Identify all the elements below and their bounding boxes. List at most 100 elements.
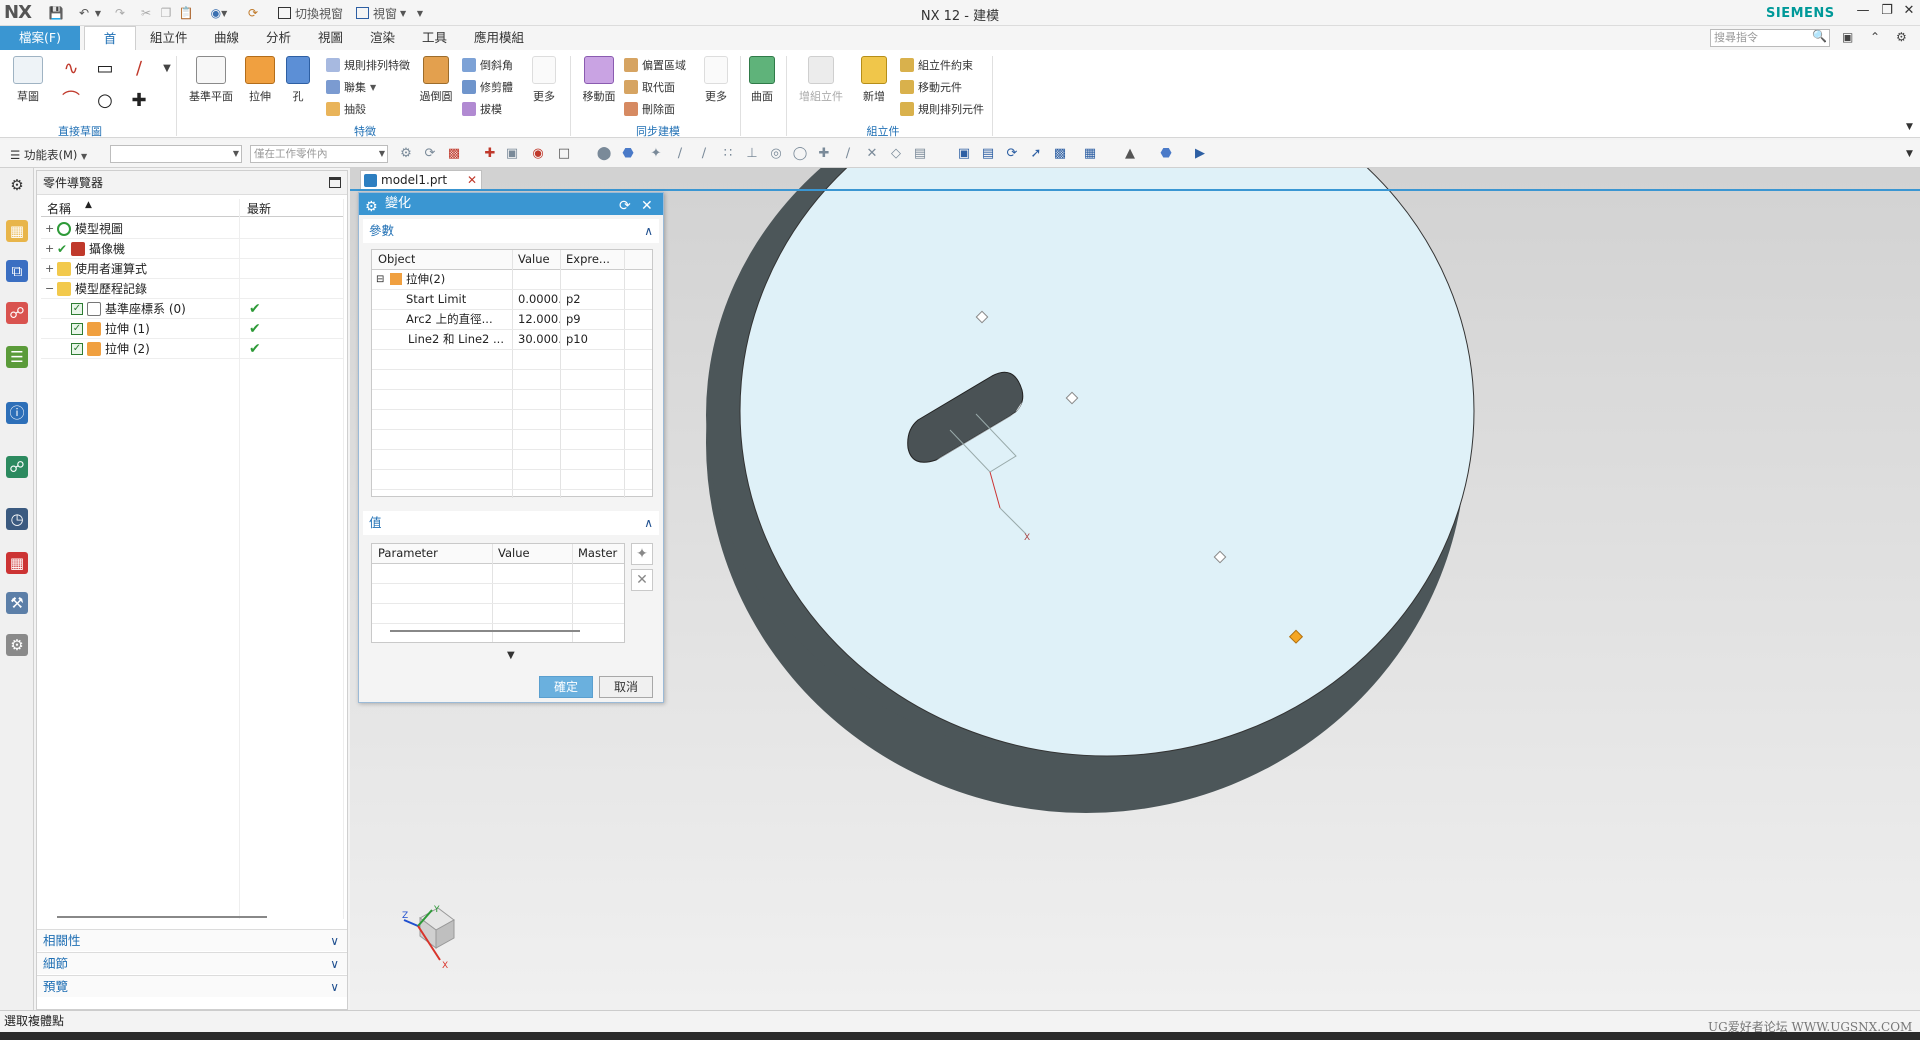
section-details[interactable]: 細節 ∨ xyxy=(37,952,347,974)
sketch-button[interactable]: 草圖 xyxy=(6,54,50,120)
line-icon[interactable]: ∕ xyxy=(128,58,150,80)
arc-icon[interactable]: ⌒ xyxy=(60,90,82,112)
table-row[interactable]: Arc2 上的直徑... 12.000... p9 xyxy=(372,310,652,330)
ribbon-expand-icon[interactable]: ▼ xyxy=(1906,122,1913,132)
more-feature-button[interactable]: 更多 xyxy=(524,54,564,120)
snap-quadrant-icon[interactable]: ◯ xyxy=(792,146,808,162)
document-tab[interactable]: model1.prt ✕ xyxy=(360,170,482,190)
header-parameter[interactable]: Parameter xyxy=(378,544,438,564)
tab-assembly[interactable]: 組立件 xyxy=(136,26,202,50)
select-body-icon[interactable]: ◉ xyxy=(530,146,546,162)
search-icon[interactable]: 🔍 xyxy=(1812,29,1827,43)
redo-icon[interactable]: ↷ xyxy=(112,4,128,22)
cube-icon[interactable]: ⬣ xyxy=(620,146,636,162)
tab-analysis[interactable]: 分析 xyxy=(252,26,305,50)
snap-perp-icon[interactable]: ⊥ xyxy=(744,146,760,162)
snap-center-icon[interactable]: ◎ xyxy=(768,146,784,162)
visibility-checkbox[interactable]: ✓ xyxy=(71,323,83,335)
rectangle-icon[interactable]: ▭ xyxy=(94,58,116,80)
move-face-button[interactable]: 移動面 xyxy=(578,54,620,120)
history-icon[interactable]: ◷ xyxy=(6,508,28,530)
close-dialog-icon[interactable]: ✕ xyxy=(641,195,653,217)
shell-button[interactable]: 抽殼 xyxy=(326,100,366,118)
header-value[interactable]: Value xyxy=(518,250,550,270)
profile-icon[interactable]: ∿ xyxy=(60,58,82,80)
snap-midpoint-icon[interactable]: ∕ xyxy=(840,146,856,162)
expand-icon[interactable]: + xyxy=(45,259,54,279)
menu-button[interactable]: ☰ 功能表(M) ▼ xyxy=(10,147,87,163)
replace-face-button[interactable]: 取代面 xyxy=(624,78,675,96)
move-component-button[interactable]: 移動元件 xyxy=(900,78,962,96)
horizontal-scrollbar[interactable] xyxy=(390,630,580,632)
role-icon[interactable]: ⚒ xyxy=(6,592,28,614)
snap-tangent-icon[interactable]: ∕ xyxy=(696,146,712,162)
snap-arc-icon[interactable]: ▤ xyxy=(912,146,928,162)
repeat-command-icon[interactable]: ⟳ xyxy=(242,4,264,22)
save-icon[interactable]: 💾 xyxy=(46,4,66,22)
zoom-icon[interactable]: ▤ xyxy=(980,146,996,162)
toolbar-options-icon[interactable]: ▼ xyxy=(1906,149,1913,159)
section-parameters[interactable]: 參數 ∧ xyxy=(363,219,659,243)
pattern-component-button[interactable]: 規則排列元件 xyxy=(900,100,984,118)
cut-icon[interactable]: ✂ xyxy=(138,4,154,22)
close-tab-icon[interactable]: ✕ xyxy=(467,171,477,190)
gear-icon[interactable]: ⚙ xyxy=(365,196,378,218)
horizontal-scrollbar[interactable] xyxy=(57,916,267,918)
restore-button[interactable]: ❐ xyxy=(1876,3,1898,23)
hd3d-tools-icon[interactable]: ⓘ xyxy=(6,402,28,424)
dialog-title-bar[interactable]: ⚙ 變化 ⟳ ✕ xyxy=(359,193,663,215)
header-expression[interactable]: Expre... xyxy=(566,250,610,270)
part-navigator-icon[interactable]: ☍ xyxy=(6,302,28,324)
paste-icon[interactable]: 📋 xyxy=(178,4,194,22)
tree-row-extrude-2[interactable]: ✓ 拉伸 (2) ✔ xyxy=(41,339,343,359)
tree-row-model-history[interactable]: − 模型歷程記錄 xyxy=(41,279,343,299)
snap-face-icon[interactable]: ◇ xyxy=(888,146,904,162)
ok-button[interactable]: 確定 xyxy=(539,676,593,698)
system-scene-icon[interactable]: ⚙ xyxy=(6,634,28,656)
add-parameter-button[interactable]: ✦ xyxy=(631,543,653,565)
snap-line-icon[interactable]: ∕ xyxy=(672,146,688,162)
close-button[interactable]: ✕ xyxy=(1898,3,1920,23)
rotate-icon[interactable]: ⟳ xyxy=(1004,146,1020,162)
fit-icon[interactable]: ▣ xyxy=(956,146,972,162)
tab-tools[interactable]: 工具 xyxy=(408,26,461,50)
reuse-library-icon[interactable]: ☰ xyxy=(6,346,28,368)
help-icon[interactable]: ⚙ xyxy=(1896,30,1907,44)
tab-home[interactable]: 首頁 xyxy=(84,26,136,70)
column-name[interactable]: 名稱 xyxy=(47,200,71,217)
tab-render[interactable]: 渲染 xyxy=(356,26,409,50)
selection-scope-combo[interactable]: 僅在工作零件內 ▼ xyxy=(250,145,388,163)
cancel-button[interactable]: 取消 xyxy=(599,676,653,698)
column-latest[interactable]: 最新 xyxy=(247,200,271,217)
tree-row-user-expressions[interactable]: + 使用者運算式 xyxy=(41,259,343,279)
show-hide-icon[interactable]: ▶ xyxy=(1192,146,1208,162)
table-row[interactable]: Start Limit 0.0000... p2 xyxy=(372,290,652,310)
more-sync-button[interactable]: 更多 xyxy=(696,54,736,120)
draft-button[interactable]: 拔模 xyxy=(462,100,502,118)
new-component-button[interactable]: 新增 xyxy=(854,54,894,120)
section-values[interactable]: 值 ∧ xyxy=(363,511,659,535)
perspective-icon[interactable]: ▩ xyxy=(1052,146,1068,162)
snap-point-icon[interactable]: ▩ xyxy=(446,146,462,162)
section-dependencies[interactable]: 相關性 ∨ xyxy=(37,929,347,951)
more-options-icon[interactable]: ▼ xyxy=(507,650,515,661)
touch-mode-icon[interactable]: ◉ ▼ xyxy=(204,4,234,22)
assembly-constraint-button[interactable]: 組立件約束 xyxy=(900,56,973,74)
rectangle-select-icon[interactable]: □ xyxy=(556,146,572,162)
section-preview[interactable]: 預覽 ∨ xyxy=(37,975,347,997)
tree-row-cameras[interactable]: + ✔ 攝像機 xyxy=(41,239,343,259)
more-sketch-icon[interactable]: ▼ xyxy=(156,58,178,80)
datum-plane-button[interactable]: 基準平面 xyxy=(186,54,236,120)
trim-body-button[interactable]: 修剪體 xyxy=(462,78,513,96)
palette-icon[interactable]: ▦ xyxy=(6,552,28,574)
settings-icon[interactable]: ⚙ xyxy=(6,174,28,196)
snap-intersection-icon[interactable]: ✕ xyxy=(864,146,880,162)
render-style-icon[interactable]: ▦ xyxy=(1082,146,1098,162)
select-feature-icon[interactable]: ▣ xyxy=(504,146,520,162)
tab-file[interactable]: 檔案(F) xyxy=(0,26,80,50)
pattern-feature-button[interactable]: 規則排列特徵 xyxy=(326,56,410,74)
snap-grid-icon[interactable]: ✦ xyxy=(648,146,664,162)
header-value[interactable]: Value xyxy=(498,544,530,564)
collapse-icon[interactable]: ⊟ xyxy=(376,270,384,290)
pan-icon[interactable]: ➚ xyxy=(1028,146,1044,162)
